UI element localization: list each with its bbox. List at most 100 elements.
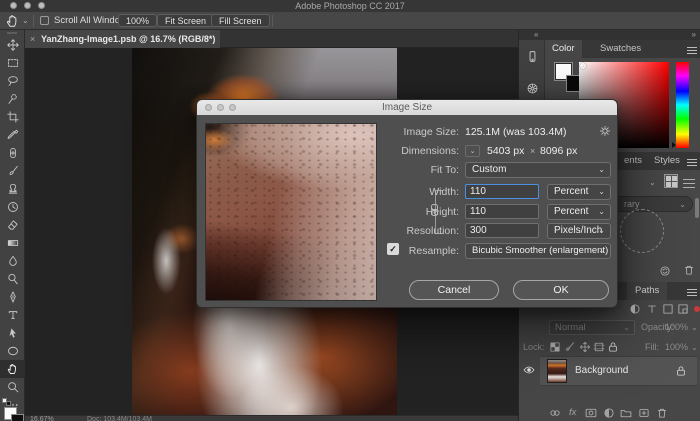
image-size-dialog: Image Size Image Size: 125.1M (was 103.4… xyxy=(196,99,618,308)
tool-eraser-icon[interactable] xyxy=(0,216,25,234)
resolution-input[interactable] xyxy=(465,223,539,238)
link-layers-icon[interactable] xyxy=(549,407,561,419)
dialog-titlebar[interactable]: Image Size xyxy=(197,100,617,115)
ok-button[interactable]: OK xyxy=(513,280,609,300)
filter-shape-icon[interactable] xyxy=(662,303,674,315)
layer-mask-icon[interactable] xyxy=(585,407,597,419)
new-group-folder-icon[interactable] xyxy=(620,407,632,419)
tool-pen-icon[interactable] xyxy=(0,288,25,306)
default-colors-icon[interactable] xyxy=(2,398,12,406)
tool-clone-stamp-icon[interactable] xyxy=(0,180,25,198)
width-input[interactable] xyxy=(465,184,539,199)
tool-preset-chevron-icon[interactable]: ⌄ xyxy=(22,14,29,28)
tool-brush-icon[interactable] xyxy=(0,162,25,180)
tool-marquee-icon[interactable] xyxy=(0,54,25,72)
resample-method-select[interactable]: Bicubic Smoother (enlargement)⌄ xyxy=(465,243,611,259)
document-tab[interactable]: × YanZhang-Image1.psb @ 16.7% (RGB/8*) xyxy=(25,30,220,48)
tool-hand-icon[interactable] xyxy=(0,360,25,378)
tab-hidden-fragment[interactable]: ents xyxy=(621,152,645,170)
fit-to-label: Fit To: xyxy=(339,162,459,178)
dimensions-unit-dropdown[interactable]: ⌄ xyxy=(465,145,480,157)
grid-view-icon[interactable] xyxy=(664,174,678,188)
hue-slider[interactable] xyxy=(676,62,689,148)
filter-smart-object-icon[interactable] xyxy=(677,303,689,315)
tool-type-icon[interactable] xyxy=(0,306,25,324)
background-color-swatch[interactable] xyxy=(11,414,24,421)
scroll-all-windows-checkbox[interactable] xyxy=(40,16,49,25)
panel-menu-icon[interactable] xyxy=(687,287,697,295)
hue-marker-icon[interactable] xyxy=(672,142,676,148)
layer-style-fx-icon[interactable]: fx xyxy=(569,406,576,420)
list-view-icon[interactable] xyxy=(683,176,695,186)
tab-close-icon[interactable]: × xyxy=(30,30,35,48)
sync-icon[interactable] xyxy=(659,264,671,282)
collapse-iconstrip-icon[interactable]: « xyxy=(534,30,538,40)
fill-value[interactable]: 100% xyxy=(665,340,688,355)
fill-screen-button[interactable]: Fill Screen xyxy=(211,14,270,27)
tool-quick-selection-icon[interactable] xyxy=(0,90,25,108)
tab-paths[interactable]: Paths xyxy=(627,282,667,300)
chevron-down-icon[interactable]: ⌄ xyxy=(691,340,698,355)
tool-move-icon[interactable] xyxy=(0,36,25,54)
options-bar: ⌄ Scroll All Windows 100% Fit Screen Fil… xyxy=(0,12,700,30)
adjustment-layer-icon[interactable] xyxy=(603,407,615,419)
panel-menu-icon[interactable] xyxy=(687,45,697,53)
fit-screen-button[interactable]: Fit Screen xyxy=(157,14,214,27)
filter-toggle-icon[interactable] xyxy=(694,306,700,312)
fit-to-select[interactable]: Custom⌄ xyxy=(465,162,611,178)
layer-name[interactable]: Background xyxy=(575,356,628,386)
tool-crop-icon[interactable] xyxy=(0,108,25,126)
delete-layer-trash-icon[interactable] xyxy=(656,407,668,419)
lock-artboard-icon[interactable] xyxy=(593,341,605,353)
opacity-value[interactable]: 100% xyxy=(665,320,688,335)
tool-gradient-icon[interactable] xyxy=(0,234,25,252)
lock-all-icon[interactable] xyxy=(607,341,619,353)
navigator-panel-icon[interactable] xyxy=(522,78,542,98)
dialog-options-gear-icon[interactable] xyxy=(599,124,611,142)
blend-mode-select[interactable]: Normal ⌄ xyxy=(549,320,635,335)
tool-ellipse-icon[interactable] xyxy=(0,342,25,360)
layer-row[interactable]: Background xyxy=(519,356,700,386)
lock-pixels-icon[interactable] xyxy=(564,341,576,353)
width-unit-select[interactable]: Percent⌄ xyxy=(547,184,611,200)
layer-visibility-eye-icon[interactable] xyxy=(523,364,535,376)
resolution-unit-value: Pixels/Inch xyxy=(554,224,602,238)
tab-color[interactable]: Color xyxy=(545,40,582,58)
library-collapse-chevron-icon[interactable]: ⌄ xyxy=(649,178,656,187)
panel-menu-icon[interactable] xyxy=(687,157,697,165)
tool-path-selection-icon[interactable] xyxy=(0,324,25,342)
status-zoom-field[interactable]: 16.67% xyxy=(30,416,54,421)
zoom-100-button[interactable]: 100% xyxy=(118,14,157,27)
tool-zoom-icon[interactable] xyxy=(0,378,25,396)
height-unit-select[interactable]: Percent⌄ xyxy=(547,204,611,220)
tab-styles[interactable]: Styles xyxy=(647,152,687,170)
filter-adjustment-icon[interactable] xyxy=(629,303,641,315)
lock-position-icon[interactable] xyxy=(579,341,591,353)
cancel-button[interactable]: Cancel xyxy=(409,280,499,300)
hand-tool-icon[interactable] xyxy=(6,14,20,28)
device-preview-panel-icon[interactable] xyxy=(522,46,542,66)
chevron-down-icon[interactable]: ⌄ xyxy=(691,320,698,335)
tool-spot-healing-icon[interactable] xyxy=(0,144,25,162)
filter-type-icon[interactable] xyxy=(646,303,658,315)
width-label: Width: xyxy=(339,184,459,200)
delete-icon[interactable] xyxy=(683,263,695,281)
status-doc-size: Doc: 103.4M/103.4M xyxy=(87,416,152,421)
lock-transparency-icon[interactable] xyxy=(549,341,561,353)
layer-locked-icon xyxy=(675,365,687,377)
tool-eyedropper-icon[interactable] xyxy=(0,126,25,144)
collapse-dock-icon[interactable]: » xyxy=(692,30,696,40)
tool-blur-icon[interactable] xyxy=(0,252,25,270)
tool-lasso-icon[interactable] xyxy=(0,72,25,90)
tool-dodge-icon[interactable] xyxy=(0,270,25,288)
layer-thumbnail[interactable] xyxy=(547,359,567,383)
tab-swatches[interactable]: Swatches xyxy=(593,40,648,58)
chevron-down-icon: ⌄ xyxy=(679,197,686,212)
resolution-unit-select[interactable]: Pixels/Inch⌄ xyxy=(547,223,611,239)
toolbar-collapse-handle[interactable] xyxy=(7,32,17,34)
tool-history-brush-icon[interactable] xyxy=(0,198,25,216)
saturation-marker[interactable] xyxy=(580,63,586,69)
scrollbar[interactable] xyxy=(695,198,699,218)
new-layer-icon[interactable] xyxy=(638,407,650,419)
height-input[interactable] xyxy=(465,204,539,219)
